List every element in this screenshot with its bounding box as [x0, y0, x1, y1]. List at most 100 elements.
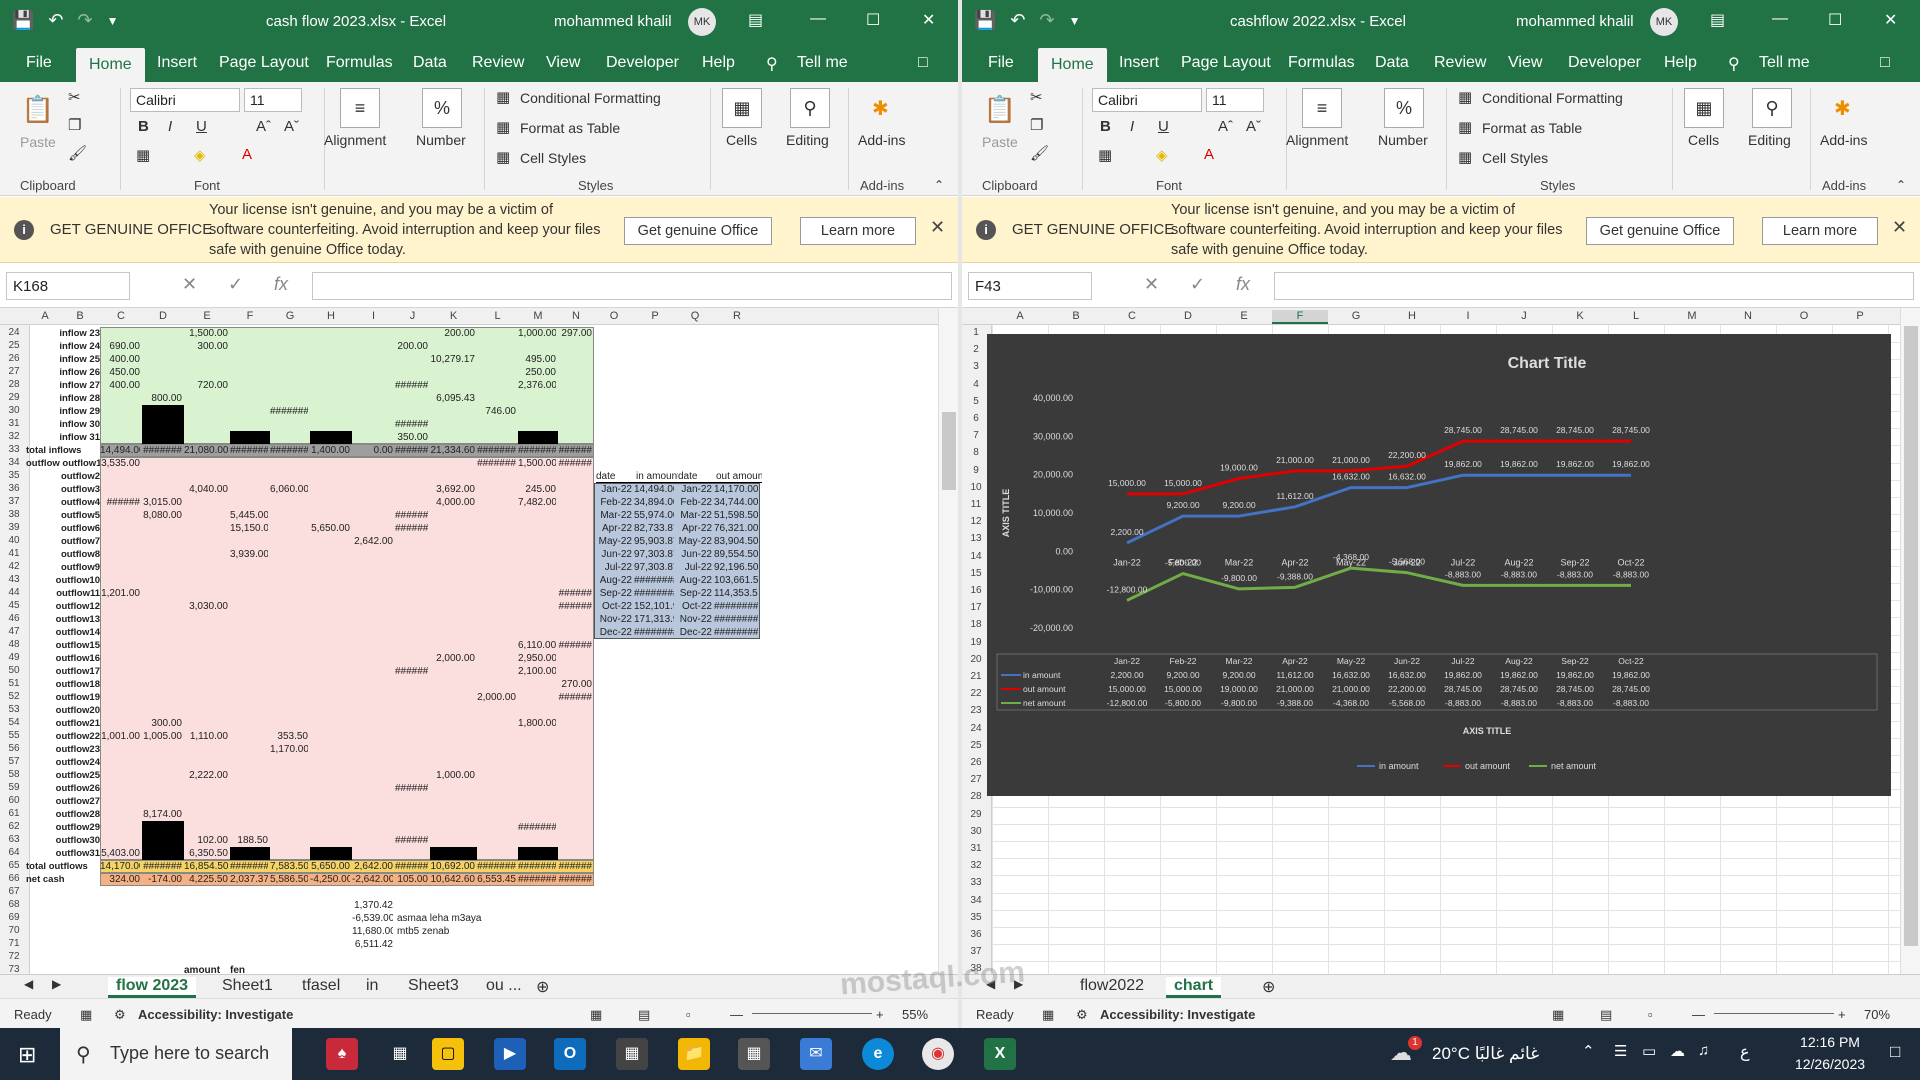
tab-developer[interactable]: Developer [606, 54, 679, 72]
ribbon-display-icon[interactable]: ▤ [1710, 10, 1725, 30]
row-header[interactable]: 25 [0, 340, 28, 351]
row-header[interactable]: 35 [962, 912, 990, 923]
data-cell[interactable]: 2,000.00 [477, 692, 516, 703]
save-icon[interactable]: 💾 [974, 10, 996, 31]
data-cell[interactable]: 6,350.50 [184, 848, 228, 859]
format-painter-icon[interactable]: 🖌 [68, 144, 87, 162]
alignment-icon[interactable]: ≡ [1302, 88, 1342, 128]
number-button[interactable]: Number [1378, 132, 1428, 148]
data-cell[interactable]: ###### [395, 380, 428, 391]
row-header[interactable]: 46 [0, 613, 28, 624]
data-cell[interactable]: 2,642.00 [352, 536, 393, 547]
customize-qat-icon[interactable]: ▼ [107, 14, 119, 31]
row-header[interactable]: 28 [962, 791, 990, 802]
row-header[interactable]: 12 [962, 516, 990, 527]
row-header[interactable]: 56 [0, 743, 28, 754]
undo-icon[interactable]: ↶ [48, 10, 63, 31]
increase-font-icon[interactable]: Aˆ [256, 118, 271, 135]
chrome-icon[interactable]: ◉ [922, 1038, 954, 1070]
column-header-k[interactable]: K [1552, 310, 1608, 322]
data-cell[interactable]: 2,950.00 [518, 653, 556, 664]
alignment-icon[interactable]: ≡ [340, 88, 380, 128]
row-header[interactable]: 37 [962, 946, 990, 957]
column-header-p[interactable]: P [634, 310, 676, 322]
tab-insert[interactable]: Insert [157, 54, 197, 72]
data-cell[interactable]: 5,650.00 [310, 523, 350, 534]
data-cell[interactable]: ###### [395, 523, 428, 534]
taskbar-search[interactable]: ⚲ Type here to search [60, 1028, 292, 1080]
data-cell[interactable]: 3,535.00 [100, 458, 140, 469]
column-header-n[interactable]: N [1720, 310, 1776, 322]
row-header[interactable]: 67 [0, 886, 28, 897]
data-cell[interactable]: 690.00 [100, 341, 140, 352]
column-header-m[interactable]: M [1664, 310, 1720, 322]
data-cell[interactable]: ###### [558, 458, 592, 469]
name-box[interactable]: K168 [6, 272, 130, 300]
clock-time[interactable]: 12:16 PM [1790, 1034, 1870, 1050]
minimize-icon[interactable]: — [810, 10, 826, 28]
zoom-level[interactable]: 55% [902, 1007, 928, 1022]
outlook-icon[interactable]: O [554, 1038, 586, 1070]
format-as-table-button[interactable]: Format as Table [520, 120, 620, 136]
tab-data[interactable]: Data [1375, 54, 1409, 72]
bold-icon[interactable]: B [1100, 118, 1111, 135]
row-header[interactable]: 14 [962, 551, 990, 562]
column-header-i[interactable]: I [352, 310, 395, 322]
column-header-i[interactable]: I [1440, 310, 1496, 322]
row-header[interactable]: 19 [962, 637, 990, 648]
data-cell[interactable]: 720.00 [184, 380, 228, 391]
data-cell[interactable]: 7,482.00 [518, 497, 556, 508]
row-header[interactable]: 72 [0, 951, 28, 962]
data-cell[interactable]: 495.00 [518, 354, 556, 365]
tab-help[interactable]: Help [1664, 54, 1697, 72]
mail-icon[interactable]: ✉ [800, 1038, 832, 1070]
add-sheet-icon[interactable]: ⊕ [536, 977, 549, 997]
row-header[interactable]: 68 [0, 899, 28, 910]
data-cell[interactable]: ####### [518, 822, 556, 833]
media-app-icon[interactable]: ▶ [494, 1038, 526, 1070]
row-header[interactable]: 23 [962, 705, 990, 716]
enter-icon[interactable]: ✓ [1190, 274, 1205, 295]
data-cell[interactable]: 102.00 [184, 835, 228, 846]
font-color-icon[interactable]: A [242, 146, 252, 163]
row-header[interactable]: 44 [0, 587, 28, 598]
row-header[interactable]: 47 [0, 626, 28, 637]
data-cell[interactable]: 10,279.17 [430, 354, 476, 365]
data-cell[interactable]: 5,403.00 [100, 848, 140, 859]
row-header[interactable]: 29 [0, 392, 28, 403]
row-header[interactable]: 40 [0, 535, 28, 546]
tab-review[interactable]: Review [472, 54, 524, 72]
column-header-b[interactable]: B [1048, 310, 1104, 322]
column-header-e[interactable]: E [1216, 310, 1272, 322]
row-header[interactable]: 28 [0, 379, 28, 390]
data-cell[interactable]: 6,110.00 [518, 640, 556, 651]
sheet-tab-flow-2023[interactable]: flow 2023 [108, 977, 197, 998]
font-name-box[interactable]: Calibri [1092, 88, 1202, 112]
column-header-h[interactable]: H [1384, 310, 1440, 322]
data-cell[interactable]: ####### [477, 458, 516, 469]
weather-text[interactable]: 20°C غائم غالبًا [1432, 1044, 1539, 1064]
data-cell[interactable]: 1,800.00 [518, 718, 556, 729]
data-cell[interactable]: 300.00 [142, 718, 182, 729]
ribbon-display-icon[interactable]: ▤ [748, 10, 763, 30]
avatar[interactable]: MK [1650, 8, 1678, 36]
conditional-formatting-button[interactable]: Conditional Formatting [520, 90, 661, 106]
data-cell[interactable]: 245.00 [518, 484, 556, 495]
sheet-tab-sheet3[interactable]: Sheet3 [408, 977, 459, 995]
row-header[interactable]: 24 [962, 723, 990, 734]
row-header[interactable]: 25 [962, 740, 990, 751]
row-header[interactable]: 34 [962, 895, 990, 906]
data-cell[interactable]: 3,692.00 [430, 484, 475, 495]
store-icon[interactable]: ▦ [616, 1038, 648, 1070]
column-header-n[interactable]: N [558, 310, 594, 322]
row-header[interactable]: 16 [962, 585, 990, 596]
task-view-icon[interactable]: ▦ [384, 1038, 416, 1070]
fx-icon[interactable]: fx [274, 274, 288, 295]
paste-icon[interactable]: 📋 [18, 90, 58, 130]
row-header[interactable]: 1 [962, 327, 990, 338]
tab-page-layout[interactable]: Page Layout [219, 54, 309, 72]
sheet-tab-chart[interactable]: chart [1166, 977, 1222, 998]
close-icon[interactable]: ✕ [1884, 10, 1897, 30]
row-header[interactable]: 4 [962, 379, 990, 390]
worksheet-grid[interactable]: ABCDEFGHIJKLMNOP 1 2 3 4 5 6 7 8 9 10 11 12 13 14 15 16… [962, 308, 1920, 974]
